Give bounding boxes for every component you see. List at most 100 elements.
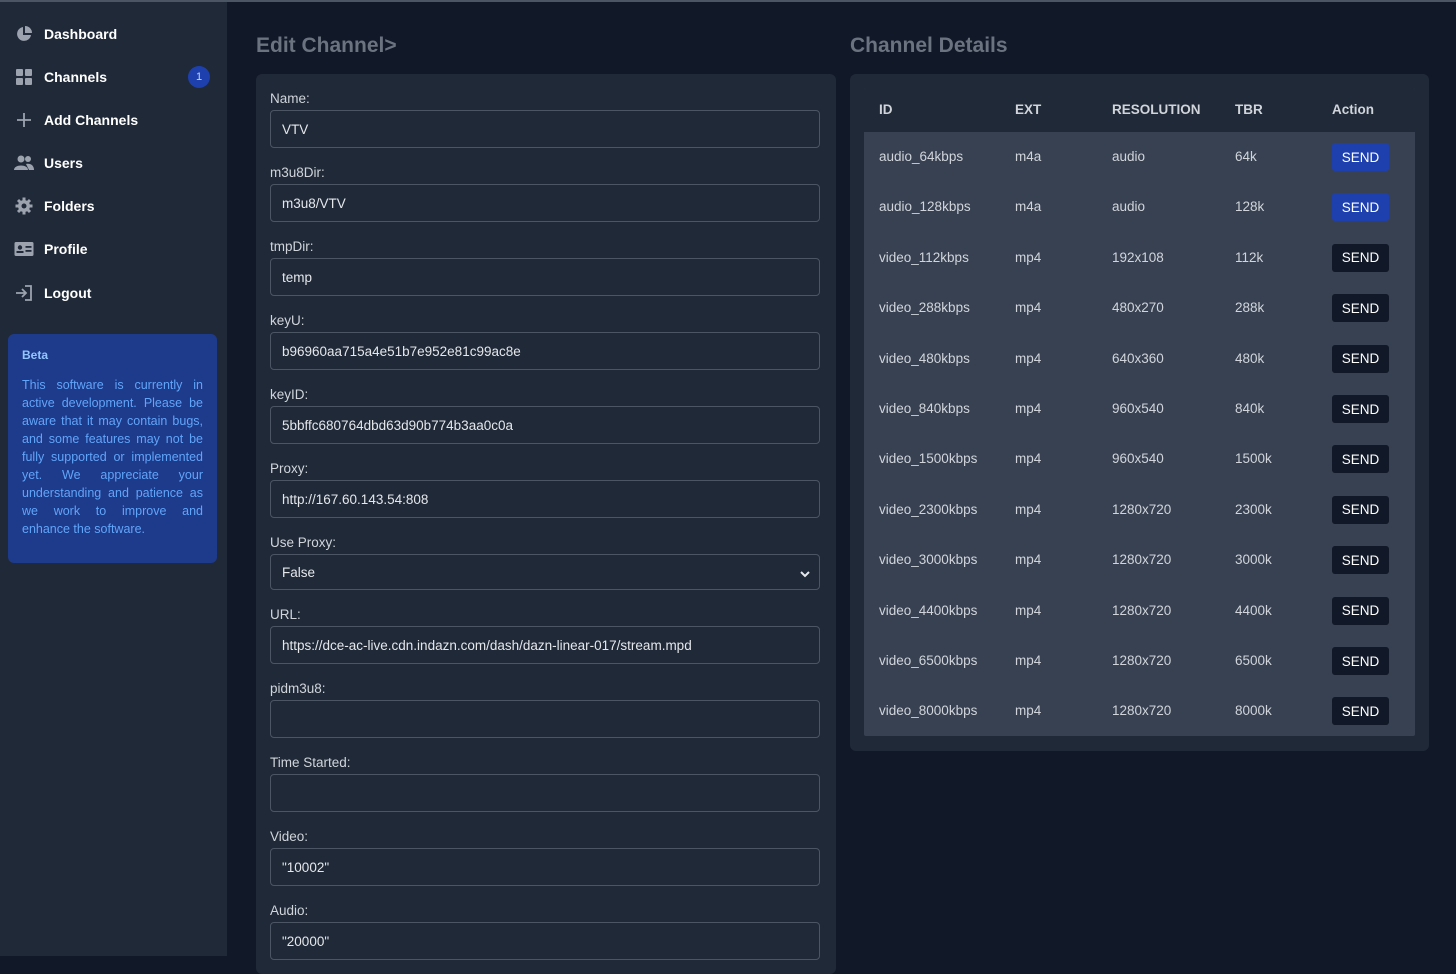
tmpdir-input[interactable]: temp	[270, 258, 820, 296]
format-id-cell: video_480kbps	[879, 350, 970, 366]
beta-title: Beta	[22, 348, 49, 362]
send-button[interactable]: SEND	[1332, 495, 1389, 524]
keyu-input[interactable]: b96960aa715a4e51b7e952e81c99ac8e	[270, 332, 820, 370]
send-button[interactable]: SEND	[1332, 596, 1389, 625]
format-resolution-cell: 480x270	[1112, 300, 1164, 316]
send-button[interactable]: SEND	[1332, 697, 1389, 726]
url-input[interactable]: https://dce-ac-live.cdn.indazn.com/dash/…	[270, 626, 820, 664]
format-resolution-cell: audio	[1112, 149, 1146, 164]
sidebar-item-profile[interactable]: Profile	[14, 237, 214, 261]
keyid-input[interactable]: 5bbffc680764dbd63d90b774b3aa0c0a	[270, 406, 820, 444]
sidebar-item-label: Profile	[44, 241, 88, 257]
table-row: video_1500kbps mp4 960x540 1500k SEND	[864, 434, 1415, 484]
sidebar-item-label: Dashboard	[44, 26, 118, 42]
sidebar-item-users[interactable]: Users	[14, 151, 214, 175]
name-input[interactable]: VTV	[270, 110, 820, 148]
pidm3u8-input[interactable]	[270, 700, 820, 738]
send-button[interactable]: SEND	[1332, 445, 1389, 474]
format-resolution-cell: audio	[1112, 199, 1146, 215]
sidebar: Dashboard Channels 1 Add Channels Users …	[0, 2, 227, 956]
grid-icon	[14, 67, 34, 87]
format-tbr-cell: 112k	[1235, 249, 1264, 265]
format-tbr-cell: 2300k	[1235, 501, 1272, 517]
send-button[interactable]: SEND	[1332, 193, 1389, 222]
table-row: audio_64kbps m4a audio 64k SEND	[864, 132, 1415, 182]
channel-details-title: Channel Details	[850, 34, 1008, 57]
format-id-cell: video_3000kbps	[879, 552, 978, 568]
column-header-id: ID	[879, 102, 893, 117]
edit-channel-form: Name: VTV m3u8Dir: m3u8/VTV tmpDir: temp…	[256, 74, 836, 974]
video-input[interactable]: "10002"	[270, 848, 820, 886]
send-button[interactable]: SEND	[1332, 395, 1389, 423]
format-id-cell: video_112kbps	[879, 249, 969, 265]
send-button[interactable]: SEND	[1332, 243, 1389, 272]
sidebar-item-label: Folders	[44, 198, 95, 214]
table-header: ID EXT RESOLUTION TBR Action	[864, 88, 1415, 132]
format-tbr-cell: 4400k	[1235, 602, 1272, 618]
format-id-cell: video_288kbps	[879, 300, 970, 316]
audio-label: Audio:	[270, 903, 309, 918]
beta-notice: Beta This software is currently in activ…	[8, 334, 217, 563]
plus-icon	[14, 110, 34, 130]
format-resolution-cell: 960x540	[1112, 451, 1164, 467]
channel-details-panel: ID EXT RESOLUTION TBR Action audio_64kbp…	[850, 74, 1429, 751]
sidebar-item-add-channels[interactable]: Add Channels	[14, 108, 214, 132]
video-label: Video:	[270, 829, 309, 844]
sidebar-item-folders[interactable]: Folders	[14, 194, 214, 218]
table-row: video_6500kbps mp4 1280x720 6500k SEND	[864, 636, 1415, 686]
format-resolution-cell: 1280x720	[1112, 703, 1172, 719]
format-tbr-cell: 480k	[1235, 350, 1265, 366]
format-ext-cell: mp4	[1015, 653, 1042, 668]
format-ext-cell: mp4	[1015, 300, 1042, 316]
formats-table: ID EXT RESOLUTION TBR Action audio_64kbp…	[864, 88, 1415, 736]
format-id-cell: video_2300kbps	[879, 501, 978, 517]
table-row: video_288kbps mp4 480x270 288k SEND	[864, 283, 1415, 333]
time-started-label: Time Started:	[270, 755, 351, 770]
sidebar-item-channels[interactable]: Channels 1	[14, 65, 214, 89]
format-resolution-cell: 1280x720	[1112, 653, 1172, 668]
format-resolution-cell: 192x108	[1112, 249, 1164, 265]
table-row: video_2300kbps mp4 1280x720 2300k SEND	[864, 485, 1415, 535]
m3u8dir-input[interactable]: m3u8/VTV	[270, 184, 820, 222]
format-tbr-cell: 1500k	[1235, 451, 1272, 467]
use-proxy-label: Use Proxy:	[270, 535, 337, 550]
sidebar-item-label: Channels	[44, 69, 108, 85]
format-ext-cell: mp4	[1015, 501, 1042, 517]
send-button[interactable]: SEND	[1332, 344, 1389, 373]
sidebar-item-label: Add Channels	[44, 112, 139, 128]
proxy-label: Proxy:	[270, 461, 309, 476]
table-row: video_480kbps mp4 640x360 480k SEND	[864, 334, 1415, 384]
format-id-cell: video_1500kbps	[879, 451, 978, 467]
format-ext-cell: mp4	[1015, 602, 1042, 618]
url-label: URL:	[270, 607, 301, 622]
time-started-input[interactable]	[270, 774, 820, 812]
format-tbr-cell: 64k	[1235, 149, 1257, 164]
send-button[interactable]: SEND	[1332, 143, 1389, 171]
sidebar-item-dashboard[interactable]: Dashboard	[14, 22, 214, 46]
format-resolution-cell: 1280x720	[1112, 552, 1172, 568]
format-resolution-cell: 1280x720	[1112, 501, 1172, 517]
send-button[interactable]: SEND	[1332, 294, 1389, 323]
table-row: audio_128kbps m4a audio 128k SEND	[864, 182, 1415, 232]
name-label: Name:	[270, 91, 310, 106]
chevron-down-icon	[799, 567, 811, 582]
pidm3u8-label: pidm3u8:	[270, 681, 326, 696]
format-id-cell: audio_128kbps	[879, 199, 971, 215]
send-button[interactable]: SEND	[1332, 647, 1389, 675]
sidebar-item-logout[interactable]: Logout	[14, 281, 214, 305]
audio-input[interactable]: "20000"	[270, 922, 820, 960]
tmpdir-label: tmpDir:	[270, 239, 314, 254]
format-tbr-cell: 6500k	[1235, 653, 1272, 668]
format-id-cell: video_840kbps	[879, 401, 970, 416]
beta-text: This software is currently in active dev…	[22, 378, 203, 536]
table-row: video_112kbps mp4 192x108 112k SEND	[864, 233, 1415, 283]
format-tbr-cell: 288k	[1235, 300, 1265, 316]
format-ext-cell: mp4	[1015, 552, 1042, 568]
format-id-cell: audio_64kbps	[879, 149, 964, 164]
send-button[interactable]: SEND	[1332, 546, 1389, 575]
use-proxy-select[interactable]: False	[270, 554, 820, 590]
proxy-input[interactable]: http://167.60.143.54:808	[270, 480, 820, 518]
channels-count-badge: 1	[188, 66, 210, 88]
keyid-label: keyID:	[270, 387, 309, 402]
table-row: video_8000kbps mp4 1280x720 8000k SEND	[864, 686, 1415, 736]
